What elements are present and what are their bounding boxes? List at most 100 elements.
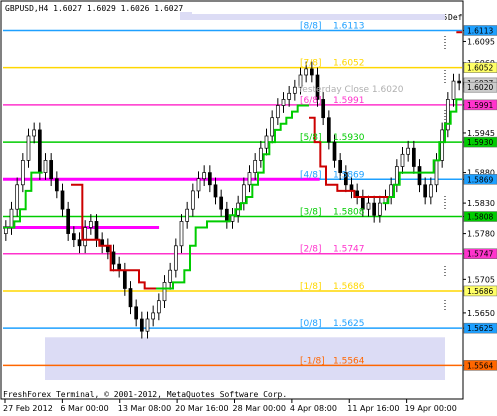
candle-body-5 — [32, 129, 37, 137]
candles — [3, 61, 462, 339]
y-tick-label-10: 1.5830 — [467, 199, 495, 208]
candle-body-14 — [83, 227, 88, 247]
x-tick-label-6: 11 Apr 16:00 — [347, 404, 399, 413]
candle-body-9 — [54, 178, 59, 192]
candle-body-15 — [88, 221, 93, 228]
level-value-5: 1.5808 — [333, 208, 365, 218]
x-tick-label-5: 4 Apr 08:00 — [290, 404, 337, 413]
candle-body-48 — [275, 105, 280, 119]
candle-body-80 — [457, 80, 462, 84]
candle-body-23 — [134, 306, 139, 320]
chart-shift-marker — [180, 12, 446, 312]
x-tick-label-0: 27 Feb 2012 — [3, 404, 53, 413]
level-value-6: 1.5747 — [333, 245, 365, 255]
candle-body-30 — [173, 245, 178, 271]
candle-body-32 — [185, 208, 190, 222]
candle-body-71 — [406, 147, 411, 155]
candle-body-37 — [213, 184, 218, 198]
candle-body-16 — [94, 221, 99, 241]
level-tag-4: [4/8] — [300, 170, 322, 180]
level-tag-5: [3/8] — [300, 208, 322, 218]
candle-body-65 — [372, 202, 377, 216]
magenta-lines — [3, 177, 320, 229]
def-label: Def — [448, 13, 463, 22]
yesterday-close-annotation: Yesterday Close 1.6020 — [297, 85, 404, 95]
candle-body-1 — [9, 208, 14, 228]
x-tick-label-7: 19 Apr 00:00 — [405, 404, 457, 413]
level-value-7: 1.5686 — [333, 282, 365, 292]
y-tick-label-6: 1.5945 — [467, 129, 495, 138]
level-value-2: 1.5991 — [333, 96, 365, 106]
candle-body-47 — [270, 117, 275, 137]
candle-body-72 — [411, 147, 416, 167]
level-tag-1: [7/8] — [300, 59, 322, 69]
candle-body-50 — [287, 92, 292, 100]
level-tag-2: [6/8] — [300, 96, 322, 106]
candle-body-78 — [445, 99, 450, 131]
candle-body-69 — [394, 166, 399, 186]
price-chart[interactable]: GBPUSD,H4 1.6027 1.6029 1.6026 1.6027 Da… — [0, 0, 497, 416]
candle-body-34 — [196, 178, 201, 192]
candle-body-44 — [253, 160, 258, 173]
x-tick-label-1: 6 Mar 00:00 — [60, 404, 108, 413]
level-tag-6: [2/8] — [300, 245, 322, 255]
price-axis-badges: 1.61131.60521.60271.60201.59911.59301.58… — [463, 25, 497, 371]
axis-badge-label-11: 1.5564 — [467, 361, 493, 370]
candle-body-25 — [145, 318, 150, 332]
candle-body-49 — [281, 99, 286, 106]
axis-badge-label-8: 1.5747 — [467, 250, 493, 259]
candle-body-76 — [434, 160, 439, 186]
candle-body-29 — [168, 269, 173, 283]
chart-window: GBPUSD,H4 1.6027 1.6029 1.6026 1.6027 Da… — [0, 0, 497, 416]
level-value-0: 1.6113 — [333, 21, 365, 31]
level-tag-7: [1/8] — [300, 282, 322, 292]
candle-body-73 — [417, 166, 422, 186]
candle-body-45 — [258, 147, 263, 161]
candle-body-51 — [292, 86, 297, 94]
candle-body-33 — [190, 190, 195, 210]
candle-body-21 — [122, 269, 127, 289]
candle-body-35 — [202, 172, 207, 180]
candle-body-19 — [111, 251, 116, 265]
candle-body-2 — [15, 184, 20, 210]
x-tick-label-3: 20 Mar 16:00 — [175, 404, 228, 413]
level-tag-9: [-1/8] — [300, 356, 325, 366]
level-value-4: 1.5869 — [333, 170, 365, 180]
level-value-8: 1.5625 — [333, 319, 365, 329]
candle-body-54 — [309, 68, 314, 76]
candle-body-56 — [321, 99, 326, 119]
x-tick-label-2: 13 Mar 08:00 — [118, 404, 171, 413]
candle-body-57 — [326, 117, 331, 143]
symbol-line: GBPUSD,H4 1.6027 1.6029 1.6026 1.6027 — [5, 4, 183, 13]
y-tick-label-12: 1.5780 — [467, 230, 495, 239]
candle-body-28 — [162, 282, 167, 302]
candle-body-58 — [332, 141, 337, 161]
candle-body-39 — [224, 208, 229, 222]
axis-badge-label-3: 1.6020 — [467, 83, 493, 92]
candle-body-75 — [428, 184, 433, 198]
candle-body-11 — [66, 208, 71, 234]
y-tick-label-1: 1.6095 — [467, 37, 495, 46]
candle-body-38 — [219, 196, 224, 210]
candle-body-42 — [241, 184, 246, 204]
candle-body-36 — [207, 172, 212, 186]
axis-badge-label-10: 1.5625 — [467, 324, 493, 333]
candle-body-12 — [71, 233, 76, 241]
time-axis: 27 Feb 2012 6 Mar 00:00 13 Mar 08:00 20 Mar… — [3, 399, 457, 413]
candle-body-68 — [389, 184, 394, 198]
candle-body-7 — [43, 160, 48, 173]
candle-body-66 — [377, 202, 382, 216]
candle-body-4 — [26, 135, 31, 161]
axis-badge-label-9: 1.5686 — [467, 287, 493, 296]
candle-body-26 — [151, 312, 156, 320]
candle-body-46 — [264, 135, 269, 149]
y-tick-label-14: 1.5705 — [467, 275, 495, 284]
green-trend-path — [3, 98, 462, 290]
candle-body-64 — [366, 202, 371, 210]
x-tick-label-4: 28 Mar 00:00 — [233, 404, 286, 413]
level-value-9: 1.5564 — [333, 356, 365, 366]
y-tick-label-16: 1.5650 — [467, 309, 495, 318]
candle-body-13 — [77, 239, 82, 247]
axis-badge-label-1: 1.6052 — [467, 64, 493, 73]
candle-body-10 — [60, 190, 65, 210]
